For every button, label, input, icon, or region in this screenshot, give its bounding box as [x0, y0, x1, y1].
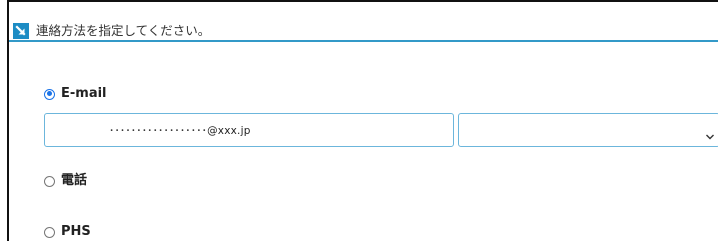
radio-option-email[interactable]: E-mail	[44, 86, 107, 102]
section-title: 連絡方法を指定してください。	[36, 23, 211, 38]
radio-option-phone[interactable]: 電話	[44, 173, 87, 189]
phone-radio[interactable]	[44, 175, 55, 187]
chevron-down-icon	[705, 126, 715, 140]
phs-radio[interactable]	[44, 226, 55, 238]
arrow-down-right-icon	[13, 23, 29, 39]
email-input[interactable]: ･･････････････････@xxx.jp	[44, 113, 454, 147]
section-header: 連絡方法を指定してください。	[9, 22, 718, 42]
radio-option-phs[interactable]: PHS	[44, 224, 91, 240]
phone-option-label: 電話	[61, 173, 88, 188]
email-option-label: E-mail	[61, 86, 107, 101]
email-domain-select[interactable]	[458, 113, 718, 147]
phs-option-label: PHS	[61, 224, 91, 239]
email-radio[interactable]	[44, 88, 55, 100]
email-value: ･･････････････････@xxx.jp	[109, 125, 251, 137]
